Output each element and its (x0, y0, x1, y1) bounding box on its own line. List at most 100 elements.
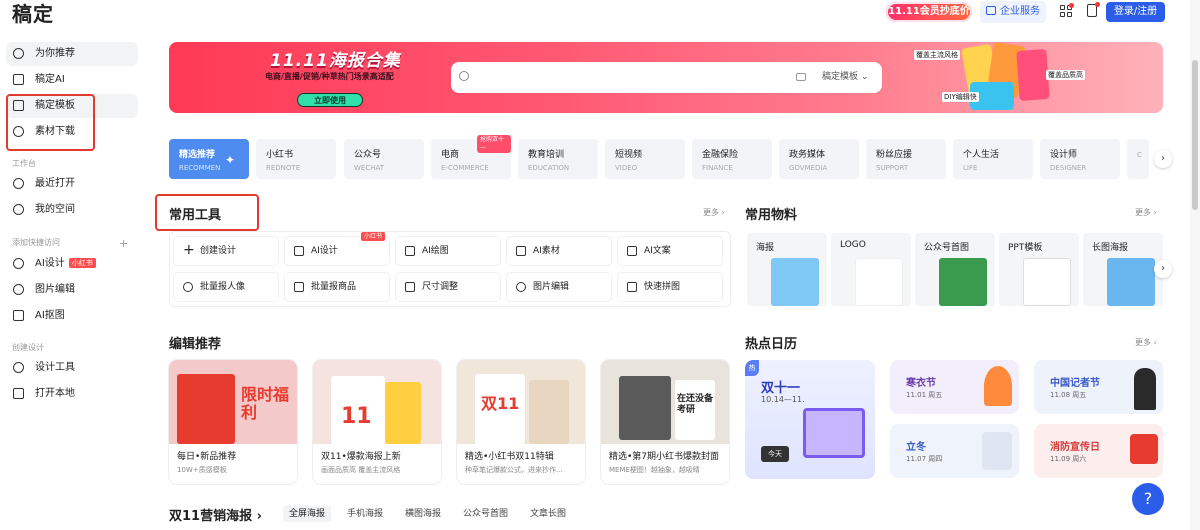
search-bar[interactable]: 稿定模板 ⌄ (451, 62, 882, 93)
materials-more-link[interactable]: 更多 › (1135, 207, 1157, 218)
hot-card-date: 11.01 周五 (906, 391, 943, 399)
enterprise-service-button[interactable]: 企业服务 (980, 1, 1046, 23)
sidebar-item-ai-design[interactable]: AI设计 小红书 (6, 252, 138, 276)
material-label: PPT模板 (1008, 243, 1043, 253)
sidebar-item-my-space[interactable]: 我的空间 (6, 198, 138, 222)
hot-card-name: 中国记者节 (1050, 378, 1100, 389)
tool-batch-portrait[interactable]: 批量报人像 (174, 273, 278, 301)
hot-card-date: 11.09 周六 (1050, 455, 1087, 463)
material-thumbnail (771, 258, 819, 306)
tools-more-link[interactable]: 更多 › (703, 207, 725, 218)
shopping-cart-icon (803, 408, 865, 458)
category-more[interactable]: C (1127, 139, 1149, 179)
magic-wand-icon: ✦ (225, 153, 236, 167)
materials-next-arrow[interactable]: › (1154, 260, 1172, 278)
camera-search-icon[interactable] (796, 73, 806, 81)
tab-landscape-poster[interactable]: 横图海报 (399, 506, 447, 522)
category-govmedia[interactable]: 政务媒体 GOVMEDIA (779, 139, 859, 179)
sidebar-item-image-edit[interactable]: 图片编辑 (6, 278, 138, 302)
category-rednote[interactable]: 小红书 REDNOTE (256, 139, 336, 179)
banner-use-button[interactable]: 立即使用 (297, 93, 363, 107)
material-wechat-cover[interactable]: 公众号首图 (915, 233, 995, 306)
category-ecommerce[interactable]: 电商 E-COMMERCE 抢购双十一 (431, 135, 511, 179)
editor-card[interactable]: 在还没备考研 精选•第7期小红书爆款封面 MEME梗图！越抽象，越吸睛 (601, 360, 729, 484)
sidebar-item-ai-cutout[interactable]: AI抠图 (6, 304, 138, 328)
palette-icon (13, 284, 24, 295)
category-name: 金融保险 (702, 150, 739, 160)
tab-mobile-poster[interactable]: 手机海报 (341, 506, 389, 522)
banner-deco-label: DIY编辑快 (942, 92, 979, 102)
sidebar-item-design-tools[interactable]: 设计工具 (6, 356, 138, 380)
promo-badge[interactable]: 11.11会员抄底价 (886, 2, 972, 22)
tool-ai-design[interactable]: AI设计 小红书 (285, 232, 389, 265)
ai-material-icon (516, 246, 526, 256)
sidebar-item-open-local[interactable]: 打开本地 (6, 382, 138, 406)
bottom-title-text: 双11营销海报 (169, 509, 253, 524)
search-scope-select[interactable]: 稿定模板 ⌄ (822, 62, 868, 93)
hot-main-name: 双十一 (761, 381, 801, 396)
category-finance[interactable]: 金融保险 FINANCE (692, 139, 772, 179)
sidebar-item-label: AI抠图 (35, 310, 65, 321)
material-poster[interactable]: 海报 (747, 233, 827, 306)
category-designer[interactable]: 设计师 DESIGNER (1040, 139, 1120, 179)
tool-ai-drawing[interactable]: AI绘图 (396, 237, 500, 265)
clock-icon (13, 178, 24, 189)
hot-card[interactable]: 中国记者节 11.08 周五 (1034, 360, 1163, 414)
sidebar-item-gaoding-ai[interactable]: 稿定AI (6, 68, 138, 92)
editor-card[interactable]: 限时福利 每日•新品推荐 10W+质感模板 (169, 360, 297, 484)
batch-portrait-icon (183, 282, 193, 292)
add-quick-access-icon[interactable]: + (119, 237, 128, 250)
tool-resize[interactable]: 尺寸调整 (396, 273, 500, 301)
page-scrollbar[interactable] (1190, 0, 1200, 530)
collage-icon (627, 282, 637, 292)
login-register-button[interactable]: 登录/注册 (1106, 2, 1165, 22)
hot-card[interactable]: 消防宣传日 11.09 周六 (1034, 424, 1163, 478)
banner-deco-label: 覆盖主流风格 (914, 50, 960, 60)
material-logo[interactable]: LOGO (831, 233, 911, 306)
material-label: 公众号首图 (924, 243, 970, 253)
material-long-poster[interactable]: 长图海报 (1083, 233, 1163, 306)
category-life[interactable]: 个人生活 LIFE (953, 139, 1033, 179)
highlight-box-sidebar (6, 94, 95, 151)
bottom-section-title[interactable]: 双11营销海报 › (169, 505, 262, 524)
tool-image-edit[interactable]: 图片编辑 (507, 273, 611, 301)
material-ppt[interactable]: PPT模板 (999, 233, 1079, 306)
scrollbar-thumb[interactable] (1192, 60, 1198, 210)
tab-fullscreen-poster[interactable]: 全屏海报 (283, 506, 332, 522)
hot-card[interactable]: 立冬 11.07 周四 (890, 424, 1019, 478)
editor-card[interactable]: 11 双11•爆款海报上新 画面品质高 覆盖主流风格 (313, 360, 441, 484)
editor-card-image: 在还没备考研 (601, 360, 729, 444)
tool-quick-collage[interactable]: 快速拼图 (618, 273, 722, 301)
sidebar-item-recommend[interactable]: 为你推荐 (6, 42, 138, 66)
category-recommend[interactable]: 精选推荐 RECOMMEN ✦ (169, 139, 249, 179)
tool-ai-material[interactable]: AI素材 (507, 237, 611, 265)
hot-main-card[interactable]: 热 双十一 10.14—11. 今天 (745, 360, 875, 479)
tool-label: 批量报商品 (311, 282, 357, 292)
tool-ai-copywriting[interactable]: AI文案 (618, 237, 722, 265)
category-en: SUPPORT (876, 164, 909, 172)
category-en: EDUCATION (528, 164, 570, 172)
editor-card-title: 双11•爆款海报上新 (321, 452, 401, 462)
hot-more-link[interactable]: 更多 › (1135, 337, 1157, 348)
sidebar-item-recent[interactable]: 最近打开 (6, 172, 138, 196)
category-en: C (1137, 151, 1142, 159)
category-education[interactable]: 教育培训 EDUCATION (518, 139, 598, 179)
tool-label: AI素材 (533, 246, 560, 256)
poster-thumb (385, 382, 421, 444)
sidebar-item-label: 稿定AI (35, 74, 65, 85)
sidebar-item-label: 为你推荐 (35, 48, 75, 59)
tab-long-article[interactable]: 文章长图 (524, 506, 572, 522)
category-wechat[interactable]: 公众号 WECHAT (344, 139, 424, 179)
tool-create-design[interactable]: + 创建设计 (174, 237, 278, 265)
category-video[interactable]: 短视频 VIDEO (605, 139, 685, 179)
tab-wechat-cover[interactable]: 公众号首图 (457, 506, 514, 522)
editor-card[interactable]: 双11 精选•小红书双11特辑 种草笔记爆款公式，进来抄作... (457, 360, 585, 484)
hot-card[interactable]: 寒衣节 11.01 周五 (890, 360, 1019, 414)
editor-card-image: 11 (313, 360, 441, 444)
app-logo[interactable]: 稿定 (12, 0, 54, 27)
tool-label: 图片编辑 (533, 282, 570, 292)
tool-batch-product[interactable]: 批量报商品 (285, 273, 389, 301)
category-next-arrow[interactable]: › (1154, 150, 1172, 168)
materials-panel: 海报 LOGO 公众号首图 PPT模板 长图海报 (745, 233, 1163, 306)
category-support[interactable]: 粉丝应援 SUPPORT (866, 139, 946, 179)
